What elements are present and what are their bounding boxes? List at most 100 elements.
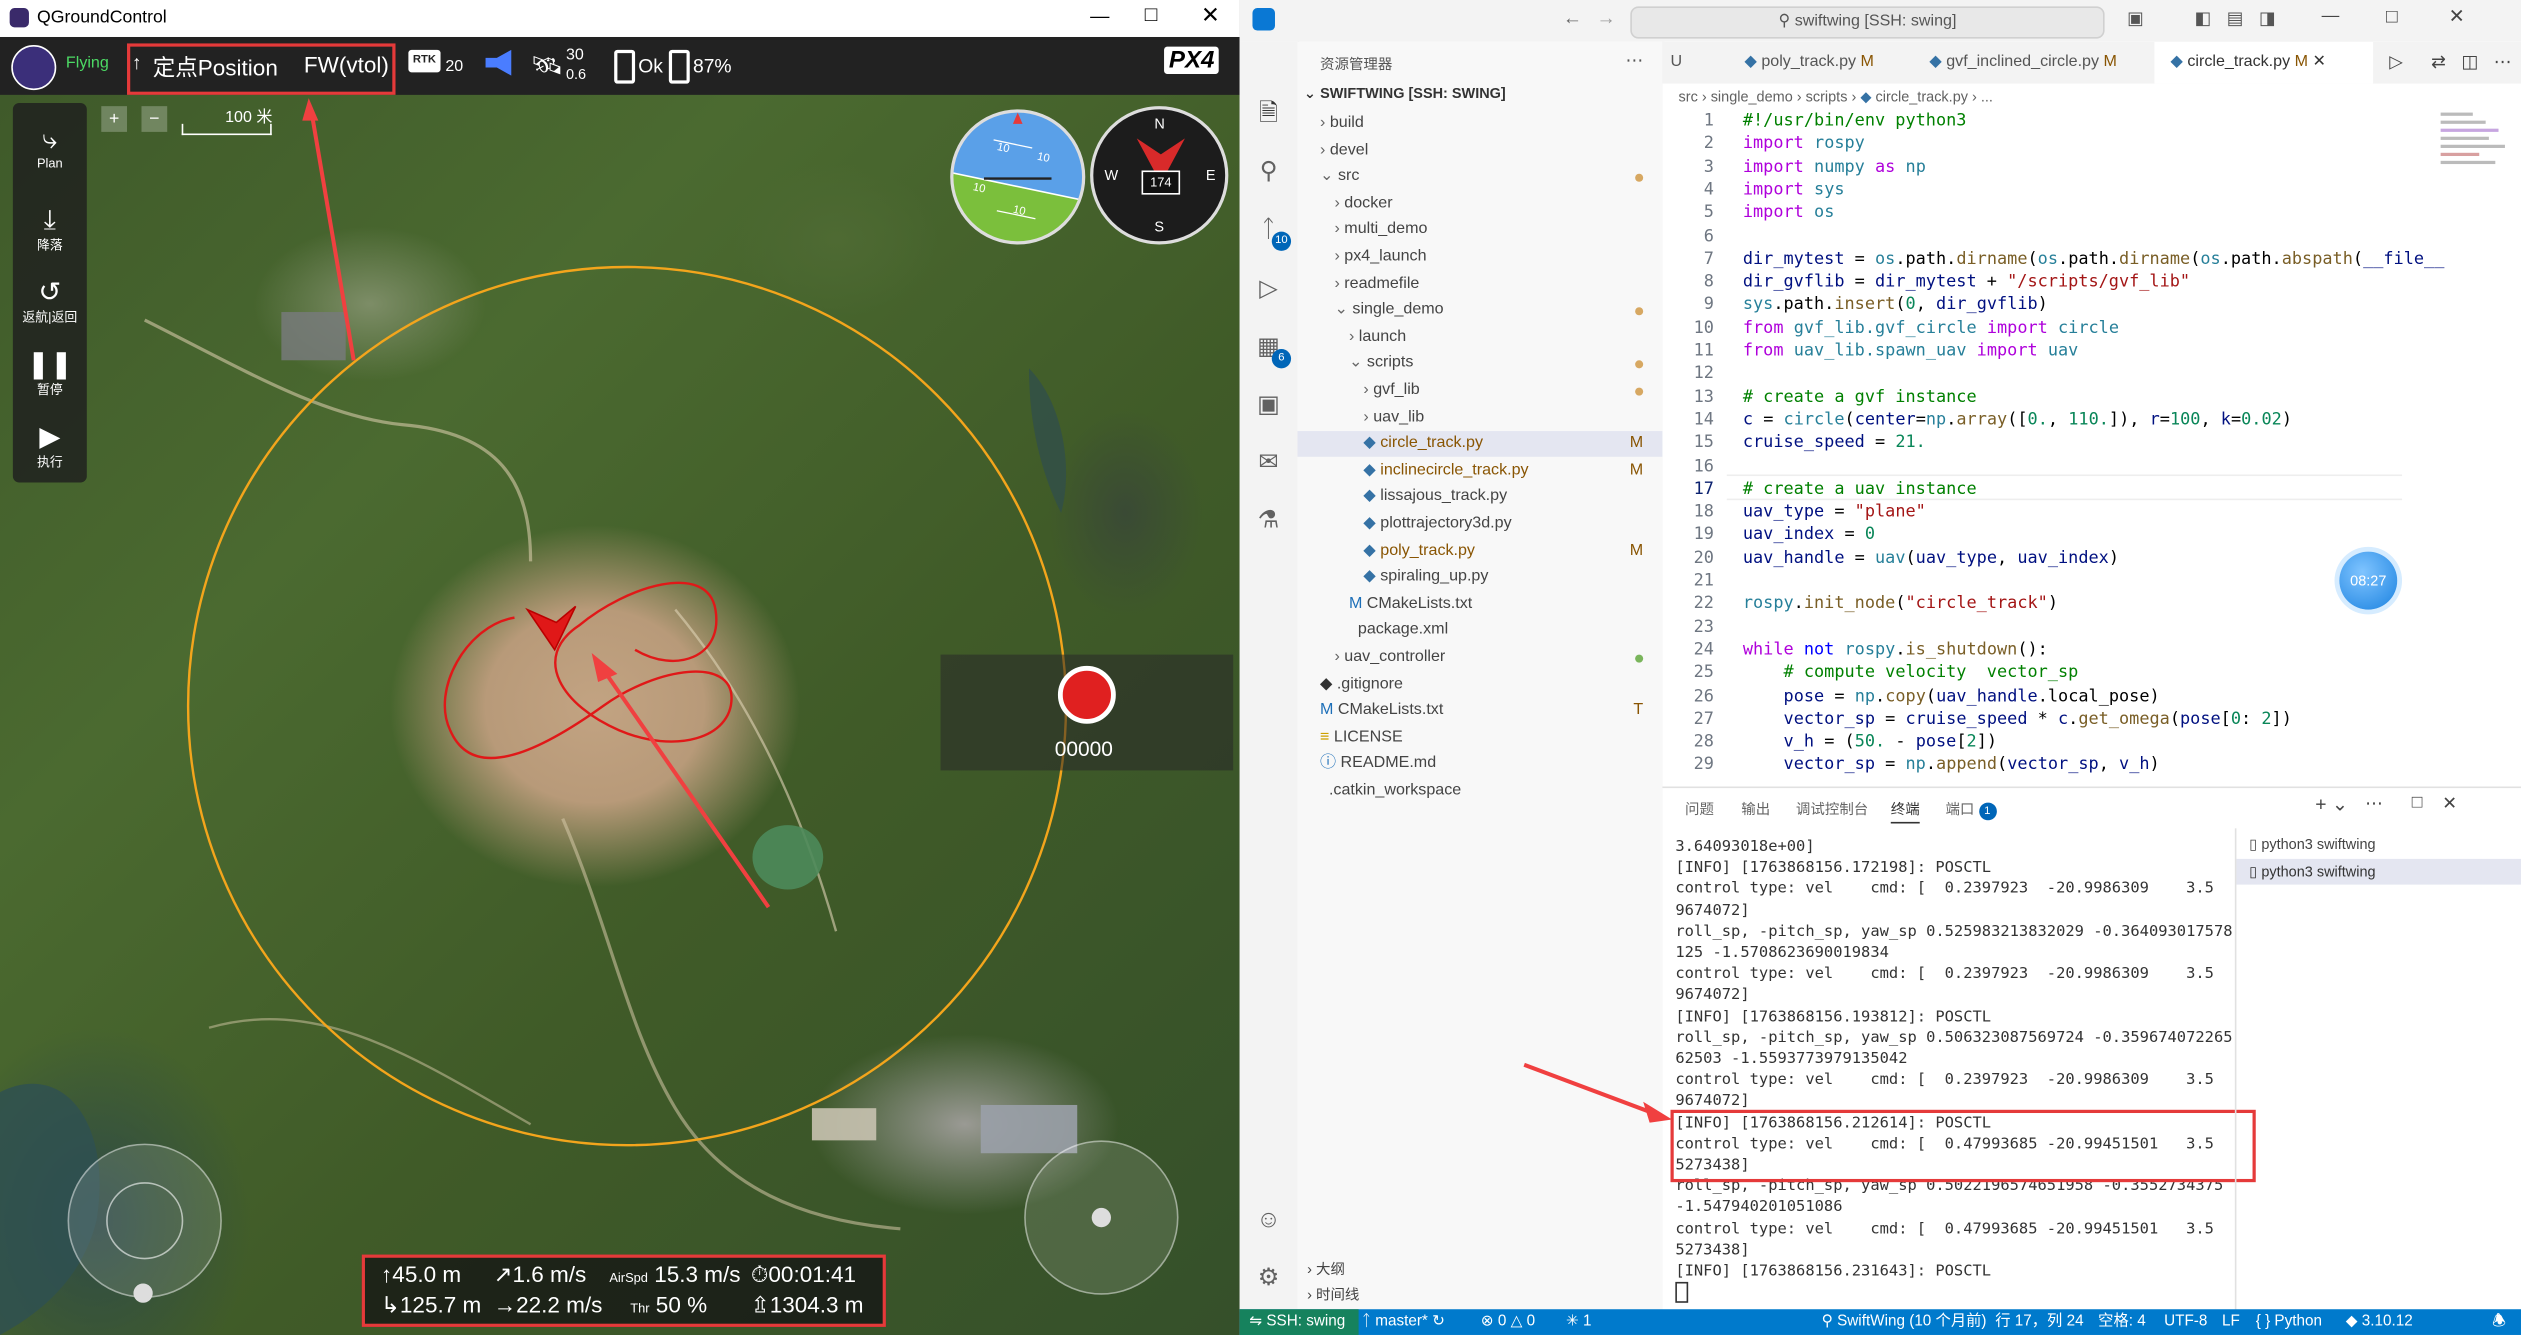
tab-poly-track[interactable]: ◆ poly_track.py M (1728, 42, 1924, 84)
tree-item[interactable]: ⓘ README.md (1297, 752, 1662, 778)
tree-item[interactable]: › build (1297, 111, 1662, 137)
code-line[interactable]: rospy.init_node("circle_track") (1743, 594, 2058, 613)
ports-indicator[interactable]: ✳ 1 (1566, 1309, 1592, 1335)
rtk-icon[interactable]: RTK (408, 49, 441, 73)
new-terminal-icon[interactable]: + ⌄ (2315, 793, 2348, 816)
nav-forward-icon[interactable]: → (1597, 6, 1616, 29)
tree-item[interactable]: ◆ circle_track.py M (1297, 431, 1663, 458)
close-panel-icon[interactable]: ✕ (2442, 793, 2457, 814)
chat-icon[interactable]: ✉ (1251, 446, 1286, 481)
code-line[interactable]: # create a uav instance (1743, 479, 1977, 498)
tab-u[interactable]: U (1662, 42, 1734, 84)
code-line[interactable]: import sys (1743, 180, 1845, 199)
close-icon[interactable]: ✕ (1201, 2, 1220, 29)
tree-item[interactable]: ◆ .gitignore (1297, 672, 1662, 698)
tree-item[interactable]: › devel (1297, 138, 1662, 164)
battery-icon[interactable] (614, 49, 636, 84)
code-line[interactable]: while not rospy.is_shutdown(): (1743, 640, 2048, 659)
code-line[interactable]: from gvf_lib.gvf_circle import circle (1743, 318, 2119, 337)
tree-item[interactable]: › launch (1297, 325, 1662, 351)
tree-item[interactable]: ◆ spiraling_up.py (1297, 565, 1662, 591)
tree-item[interactable]: › uav_lib (1297, 405, 1662, 431)
terminal-instance[interactable]: ▯ python3 swiftwing (2236, 832, 2521, 858)
explorer-icon[interactable]: 🗎 (1251, 97, 1286, 132)
compare-icon[interactable]: ⇄ (2431, 51, 2446, 72)
land-button[interactable]: ⤓ 降落 (14, 204, 85, 254)
tree-item[interactable]: ≡ LICENSE (1297, 725, 1662, 751)
blame-indicator[interactable]: ⚲ SwiftWing (10 个月前) (1822, 1309, 1987, 1335)
minimap[interactable] (2440, 108, 2512, 205)
close-icon[interactable]: ✕ (2449, 5, 2465, 28)
indentation[interactable]: 空格: 4 (2098, 1309, 2146, 1335)
megaphone-icon[interactable] (482, 49, 517, 76)
python-version[interactable]: ◆ 3.10.12 (2346, 1309, 2413, 1335)
plan-button[interactable]: ⤷ Plan (14, 124, 85, 171)
cursor-position[interactable]: 行 17，列 24 (1995, 1309, 2083, 1335)
maximize-panel-icon[interactable]: □ (2412, 793, 2423, 812)
more-actions-icon[interactable]: ⋯ (2365, 793, 2383, 814)
code-line[interactable]: vector_sp = np.append(vector_sp, v_h) (1743, 755, 2160, 774)
problems-indicator[interactable]: ⊗ 0 △ 0 (1481, 1309, 1535, 1335)
code-line[interactable]: c = circle(center=np.array([0., 110.]), … (1743, 410, 2292, 429)
source-control-icon[interactable]: ᛏ 10 (1251, 212, 1292, 251)
minimize-icon[interactable]: — (2322, 6, 2340, 25)
breadcrumb-item[interactable]: single_demo (1711, 88, 1793, 104)
breadcrumb-item[interactable]: ... (1981, 88, 1993, 104)
remote-explorer-icon[interactable]: ▣ (1251, 388, 1286, 423)
tree-item[interactable]: › readmefile (1297, 271, 1662, 297)
code-line[interactable]: import rospy (1743, 134, 1865, 153)
eol[interactable]: LF (2222, 1309, 2240, 1335)
right-joystick[interactable] (1024, 1140, 1179, 1295)
settings-gear-icon[interactable]: ⚙ (1251, 1261, 1286, 1296)
tab-close-icon[interactable]: ✕ (2312, 53, 2325, 71)
code-line[interactable]: # compute velocity vector_sp (1743, 663, 2079, 682)
code-line[interactable]: uav_handle = uav(uav_type, uav_index) (1743, 548, 2119, 567)
maximize-icon[interactable]: □ (1145, 2, 1158, 26)
remote-indicator[interactable]: ⇋ SSH: swing (1239, 1309, 1359, 1335)
tree-item[interactable]: › docker (1297, 191, 1662, 217)
command-search-box[interactable]: ⚲ swiftwing [SSH: swing] (1630, 6, 2105, 39)
tree-item[interactable]: .catkin_workspace (1297, 778, 1662, 804)
split-editor-icon[interactable]: ◫ (2462, 51, 2479, 72)
outline-section[interactable]: › 大纲 (1307, 1258, 1345, 1279)
code-line[interactable]: uav_type = "plane" (1743, 502, 1926, 521)
code-line[interactable]: #!/usr/bin/env python3 (1743, 111, 1967, 130)
tree-item[interactable]: ◆ plottrajectory3d.py (1297, 511, 1662, 537)
tab-problems[interactable]: 问题 (1685, 798, 1714, 819)
code-line[interactable]: v_h = (50. - pose[2]) (1743, 732, 1998, 751)
code-line[interactable]: dir_mytest = os.path.dirname(os.path.dir… (1743, 249, 2445, 268)
breadcrumb-item[interactable]: scripts (1806, 88, 1848, 104)
toggle-panel-icon[interactable]: ▤ (2227, 8, 2244, 29)
timer-badge[interactable]: 08:27 (2339, 551, 2398, 610)
terminal-instance[interactable]: ▯ python3 swiftwing (2236, 858, 2521, 885)
tab-debug-console[interactable]: 调试控制台 (1796, 798, 1868, 819)
code-line[interactable]: sys.path.insert(0, dir_gvflib) (1743, 295, 2048, 314)
execute-button[interactable]: ▶ 执行 (14, 421, 85, 471)
tree-item[interactable]: M CMakeLists.txt (1297, 592, 1662, 618)
tree-item[interactable]: ◆ inclinecircle_track.py M (1297, 458, 1662, 484)
testing-icon[interactable]: ⚗ (1251, 503, 1286, 538)
code-line[interactable]: import numpy as np (1743, 157, 1926, 176)
minimize-icon[interactable]: — (1090, 5, 1109, 28)
tree-item[interactable]: M CMakeLists.txt T (1297, 698, 1662, 724)
pause-button[interactable]: ❚❚ 暂停 (14, 349, 85, 399)
notifications-icon[interactable]: 🕭 (2492, 1309, 2506, 1335)
tab-circle-track[interactable]: ◆ circle_track.py M ✕ (2154, 41, 2374, 84)
branch-indicator[interactable]: ᛏ master* ↻ (1362, 1309, 1445, 1335)
search-icon[interactable]: ⚲ (1251, 154, 1286, 189)
record-button[interactable] (1057, 665, 1116, 724)
timeline-section[interactable]: › 时间线 (1307, 1284, 1359, 1305)
layout-icon[interactable]: ▣ (2127, 8, 2144, 29)
breadcrumb-item[interactable]: src (1679, 88, 1698, 104)
code-line[interactable]: vector_sp = cruise_speed * c.get_omega(p… (1743, 709, 2292, 728)
tree-item[interactable]: › uav_controller (1297, 645, 1662, 671)
more-actions-icon[interactable]: ⋯ (1625, 50, 1643, 70)
nav-back-icon[interactable]: ← (1563, 6, 1582, 29)
tree-item[interactable]: ⌄ scripts (1297, 351, 1662, 377)
code-editor[interactable]: 1 #!/usr/bin/env python3 2 import rospy 3 imp… (1662, 108, 2521, 787)
qgc-menu-icon[interactable] (11, 45, 57, 91)
tree-item[interactable]: package.xml (1297, 618, 1662, 644)
code-line[interactable]: pose = np.copy(uav_handle.local_pose) (1743, 686, 2160, 705)
code-line[interactable]: uav_index = 0 (1743, 525, 1875, 544)
tree-item[interactable]: ⌄ single_demo (1297, 298, 1662, 324)
